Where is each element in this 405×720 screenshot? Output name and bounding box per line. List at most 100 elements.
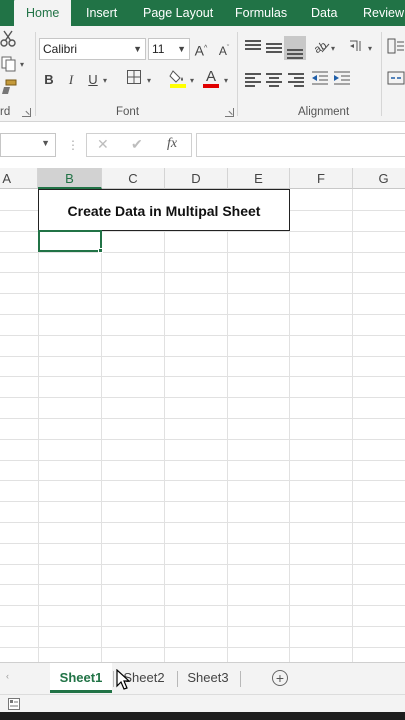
fill-color-icon[interactable] bbox=[168, 68, 188, 88]
font-group-label: Font bbox=[116, 106, 140, 118]
chevron-down-icon: ▼ bbox=[133, 44, 142, 54]
copy-dropdown-icon[interactable]: ▾ bbox=[20, 60, 24, 69]
gridline bbox=[0, 314, 405, 315]
format-painter-icon[interactable] bbox=[0, 78, 18, 98]
gridline bbox=[0, 563, 405, 565]
sheet-tab-bar: ‹ Sheet1 Sheet2 Sheet3 + bbox=[0, 662, 405, 694]
insert-function-icon[interactable]: fx bbox=[167, 136, 177, 152]
borders-dropdown-icon[interactable]: ▾ bbox=[147, 76, 151, 85]
ribbon: ▾ rd Calibri ▼ 11 ▼ A^ Aˇ B I U ▾ ▾ ▾ A … bbox=[0, 26, 405, 122]
gridline bbox=[0, 376, 405, 378]
tab-home[interactable]: Home bbox=[14, 0, 72, 26]
gridline bbox=[0, 605, 405, 607]
worksheet-grid[interactable]: A B C D E F G Create Data in Multipal Sh… bbox=[0, 168, 405, 662]
middle-align-icon[interactable] bbox=[266, 40, 282, 54]
tab-review[interactable]: Review bbox=[363, 0, 404, 26]
status-bar bbox=[0, 694, 405, 712]
text-direction-dropdown-icon[interactable]: ▾ bbox=[368, 44, 372, 53]
merged-title-cell[interactable]: Create Data in Multipal Sheet bbox=[38, 189, 290, 231]
formula-buttons: ✕ ✔ fx bbox=[86, 133, 192, 157]
increase-indent-icon[interactable] bbox=[333, 70, 351, 90]
top-align-icon[interactable] bbox=[245, 40, 261, 54]
merge-center-icon[interactable] bbox=[387, 70, 405, 90]
underline-icon[interactable]: U bbox=[86, 70, 100, 90]
decrease-font-size-icon[interactable]: Aˇ bbox=[217, 39, 231, 59]
gridline bbox=[0, 418, 405, 419]
column-header-a[interactable]: A bbox=[0, 168, 38, 189]
add-sheet-button[interactable]: + bbox=[272, 670, 288, 686]
fill-handle[interactable] bbox=[98, 248, 103, 253]
font-name-value: Calibri bbox=[43, 42, 78, 56]
sheet-tab-sheet1[interactable]: Sheet1 bbox=[50, 663, 112, 693]
gridline bbox=[0, 646, 405, 648]
column-header-g[interactable]: G bbox=[353, 168, 405, 189]
italic-icon[interactable]: I bbox=[64, 70, 78, 90]
orientation-dropdown-icon[interactable]: ▾ bbox=[331, 44, 335, 53]
bold-icon[interactable]: B bbox=[42, 70, 56, 90]
clipboard-launcher-icon[interactable] bbox=[22, 108, 31, 117]
name-box[interactable]: ▼ bbox=[0, 133, 56, 157]
gridline bbox=[0, 397, 405, 399]
fill-color-dropdown-icon[interactable]: ▾ bbox=[190, 76, 194, 85]
gridline bbox=[164, 189, 165, 662]
ribbon-separator bbox=[381, 32, 382, 116]
gridline bbox=[101, 189, 102, 662]
gridline bbox=[0, 293, 405, 295]
gridline bbox=[0, 522, 405, 523]
formula-input[interactable] bbox=[196, 133, 405, 157]
cut-icon[interactable] bbox=[0, 30, 16, 50]
macro-record-icon[interactable] bbox=[8, 698, 20, 713]
gridline bbox=[0, 459, 405, 461]
clipboard-group-label: rd bbox=[0, 106, 11, 118]
mouse-cursor-icon bbox=[116, 668, 132, 694]
gridline bbox=[352, 189, 353, 662]
tab-page-layout[interactable]: Page Layout bbox=[143, 0, 213, 26]
column-header-d[interactable]: D bbox=[165, 168, 228, 189]
bottom-align-icon[interactable] bbox=[284, 36, 306, 60]
gridline bbox=[0, 438, 405, 440]
align-center-icon[interactable] bbox=[266, 73, 282, 87]
copy-icon[interactable] bbox=[0, 54, 18, 74]
cancel-icon[interactable]: ✕ bbox=[97, 136, 109, 153]
column-header-b[interactable]: B bbox=[38, 168, 102, 189]
orientation-icon[interactable]: ab bbox=[312, 38, 330, 58]
grip-icon: ⋮ bbox=[67, 138, 79, 152]
ribbon-tab-bar: Home Insert Page Layout Formulas Data Re… bbox=[0, 0, 405, 26]
column-header-e[interactable]: E bbox=[228, 168, 290, 189]
scroll-left-icon[interactable]: ‹ bbox=[6, 671, 9, 681]
decrease-indent-icon[interactable] bbox=[311, 70, 329, 90]
chevron-down-icon: ▼ bbox=[177, 44, 186, 54]
gridline bbox=[0, 501, 405, 503]
wrap-text-icon[interactable] bbox=[387, 38, 405, 58]
sheet-tab-sheet3[interactable]: Sheet3 bbox=[178, 663, 238, 693]
gridline bbox=[0, 355, 405, 357]
svg-text:A: A bbox=[206, 68, 216, 85]
enter-icon[interactable]: ✔ bbox=[131, 136, 143, 153]
borders-icon[interactable] bbox=[126, 70, 142, 90]
gridline bbox=[0, 542, 405, 544]
gridline bbox=[38, 189, 39, 662]
tab-separator bbox=[240, 671, 241, 687]
increase-font-size-icon[interactable]: A^ bbox=[194, 39, 208, 59]
taskbar-strip bbox=[0, 712, 405, 720]
text-direction-icon[interactable] bbox=[347, 38, 365, 58]
gridline bbox=[289, 189, 290, 662]
font-color-dropdown-icon[interactable]: ▾ bbox=[224, 76, 228, 85]
font-name-combo[interactable]: Calibri ▼ bbox=[39, 38, 146, 60]
tab-formulas[interactable]: Formulas bbox=[235, 0, 287, 26]
font-size-combo[interactable]: 11 ▼ bbox=[148, 38, 190, 60]
ribbon-separator bbox=[237, 32, 238, 116]
gridline bbox=[0, 272, 405, 274]
column-header-c[interactable]: C bbox=[102, 168, 165, 189]
chevron-down-icon[interactable]: ▼ bbox=[41, 138, 50, 148]
tab-data[interactable]: Data bbox=[311, 0, 337, 26]
font-launcher-icon[interactable] bbox=[225, 108, 234, 117]
column-header-f[interactable]: F bbox=[290, 168, 353, 189]
tab-insert[interactable]: Insert bbox=[86, 0, 117, 26]
align-left-icon[interactable] bbox=[245, 73, 261, 87]
active-cell[interactable] bbox=[38, 230, 102, 252]
align-right-icon[interactable] bbox=[288, 73, 304, 87]
underline-dropdown-icon[interactable]: ▾ bbox=[103, 76, 107, 85]
font-color-icon[interactable]: A bbox=[202, 68, 220, 88]
gridline bbox=[227, 189, 228, 662]
